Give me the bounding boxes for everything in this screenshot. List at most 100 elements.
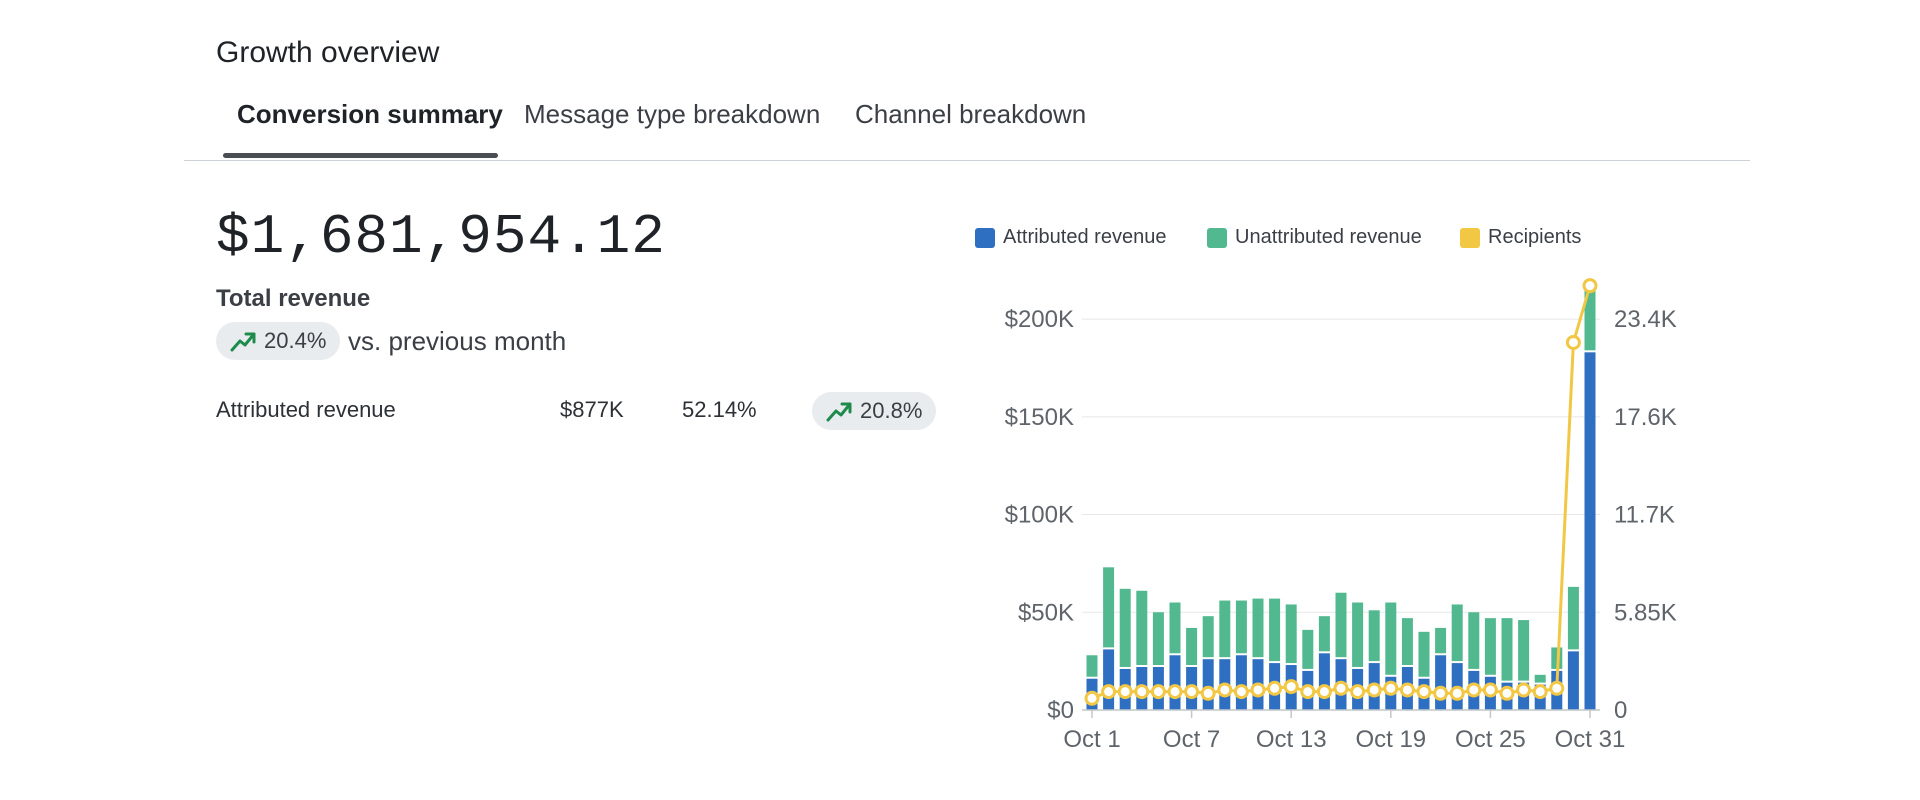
recipients-point (1383, 680, 1399, 696)
bar-unattributed (1435, 627, 1447, 654)
bar-unattributed (1352, 602, 1364, 667)
bar-unattributed (1302, 629, 1314, 669)
bar-unattributed (1318, 616, 1330, 652)
x-tick-label: Oct 7 (1163, 726, 1220, 753)
recipients-point (1267, 680, 1283, 696)
recipients-point (1416, 684, 1432, 700)
bar-unattributed (1385, 602, 1397, 675)
bar-unattributed (1335, 592, 1347, 658)
recipients-point (1134, 684, 1150, 700)
bar-unattributed (1368, 610, 1380, 662)
recipients-point (1582, 278, 1598, 294)
bar-unattributed (1285, 604, 1297, 664)
active-tab-indicator (223, 153, 498, 158)
bar-unattributed (1484, 618, 1496, 675)
recipients-point (1217, 682, 1233, 698)
recipients-point (1283, 679, 1299, 695)
bar-unattributed (1269, 598, 1281, 662)
recipients-point (1184, 684, 1200, 700)
bar-unattributed (1235, 600, 1247, 654)
breakdown-row-change-percent: 20.8% (860, 398, 923, 423)
recipients-point (1316, 684, 1332, 700)
total-revenue-label: Total revenue (216, 285, 371, 312)
bar-attributed (1169, 655, 1181, 710)
y-right-tick-label: 5.85K (1614, 599, 1677, 626)
bar-attributed (1435, 655, 1447, 710)
recipients-point (1167, 684, 1183, 700)
bar-attributed (1584, 352, 1596, 710)
bar-attributed (1202, 659, 1214, 710)
legend-item-recipients[interactable]: Recipients (1460, 226, 1581, 249)
legend-item-attributed[interactable]: Attributed revenue (975, 226, 1166, 249)
recipients-point (1532, 684, 1548, 700)
bar-unattributed (1567, 586, 1579, 650)
bar-unattributed (1401, 618, 1413, 665)
recipients-point (1084, 690, 1100, 706)
x-tick-label: Oct 1 (1063, 726, 1120, 753)
recipients-point (1499, 685, 1515, 701)
y-right-tick-label: 23.4K (1614, 306, 1677, 333)
bar-attributed (1235, 655, 1247, 710)
bar-attributed (1103, 649, 1115, 710)
tab-channel-breakdown[interactable]: Channel breakdown (855, 96, 1086, 160)
bar-unattributed (1418, 631, 1430, 677)
y-left-tick-label: $150K (1005, 404, 1074, 431)
legend-label-unattributed: Unattributed revenue (1235, 226, 1422, 248)
legend-label-recipients: Recipients (1488, 226, 1582, 248)
x-tick-label: Oct 25 (1455, 726, 1526, 753)
bar-unattributed (1152, 612, 1164, 665)
bar-unattributed (1252, 598, 1264, 658)
recipients-point (1350, 684, 1366, 700)
recipients-point (1250, 682, 1266, 698)
recipients-point (1366, 682, 1382, 698)
recipients-point (1449, 685, 1465, 701)
change-badge: 20.4% (216, 322, 340, 360)
legend-swatch-recipients (1460, 227, 1480, 248)
y-left-tick-label: $0 (1047, 697, 1074, 724)
tab-message-type-breakdown[interactable]: Message type breakdown (524, 96, 820, 160)
y-left-tick-label: $50K (1018, 599, 1074, 626)
x-ticks: Oct 1 Oct 7 Oct 13 Oct 19 Oct 25 Oct 31 (1063, 710, 1625, 753)
bar-unattributed (1518, 620, 1530, 681)
recipients-point (1117, 684, 1133, 700)
bars (1086, 280, 1596, 710)
recipients-point (1233, 684, 1249, 700)
tab-conversion-summary[interactable]: Conversion summary (237, 96, 503, 160)
bar-attributed (1567, 651, 1579, 710)
x-tick-label: Oct 31 (1555, 726, 1626, 753)
y-left-tick-label: $100K (1005, 502, 1074, 529)
breakdown-row-change-badge: 20.8% (812, 392, 936, 430)
recipients-point (1466, 682, 1482, 698)
page-title: Growth overview (216, 36, 440, 69)
grid-lines (1082, 318, 1600, 613)
y-right-tick-label: 0 (1614, 697, 1627, 724)
bar-unattributed (1086, 655, 1098, 677)
bar-unattributed (1468, 612, 1480, 669)
recipients-point (1333, 680, 1349, 696)
recipients-point (1200, 685, 1216, 701)
bar-unattributed (1202, 616, 1214, 658)
bar-unattributed (1219, 600, 1231, 658)
total-revenue-value: $1,681,954.12 (216, 205, 666, 269)
recipients-point (1300, 684, 1316, 700)
trending-up-icon (230, 332, 256, 352)
recipients-point (1399, 682, 1415, 698)
breakdown-row-value: $877K (560, 397, 624, 422)
y-left-tick-label: $200K (1005, 306, 1074, 333)
bar-attributed (1318, 653, 1330, 710)
bar-unattributed (1169, 602, 1181, 654)
bar-unattributed (1136, 590, 1148, 665)
breakdown-row-share: 52.14% (682, 397, 757, 422)
bar-unattributed (1119, 588, 1131, 667)
legend-item-unattributed[interactable]: Unattributed revenue (1207, 226, 1422, 249)
y-right-tick-label: 17.6K (1614, 404, 1677, 431)
change-percent: 20.4% (264, 328, 327, 353)
bar-unattributed (1451, 604, 1463, 662)
recipients-point (1150, 684, 1166, 700)
legend-swatch-attributed (975, 227, 995, 248)
tab-bar: Conversion summary Message type breakdow… (184, 96, 1750, 161)
recipients-point (1433, 685, 1449, 701)
legend-swatch-unattributed (1207, 227, 1227, 248)
recipients-point (1565, 334, 1581, 350)
bar-unattributed (1501, 618, 1513, 681)
